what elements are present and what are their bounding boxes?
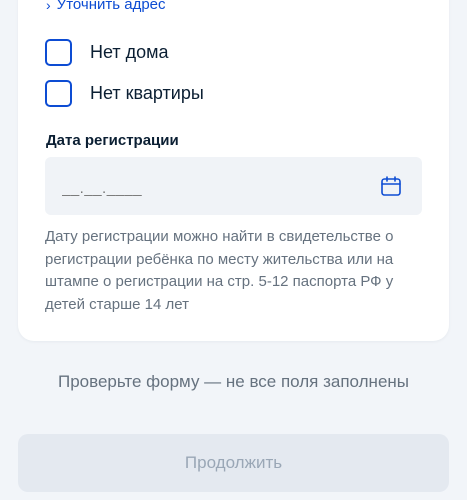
form-warning: Проверьте форму — не все поля заполнены (57, 372, 410, 391)
continue-button[interactable]: Продолжить (18, 434, 449, 492)
no-apartment-checkbox-row[interactable]: Нет квартиры (45, 80, 204, 107)
registration-date-input[interactable] (62, 177, 362, 199)
registration-date-hint: Дату регистрации можно найти в свидетель… (45, 228, 394, 313)
chevron-right-icon: › (46, 0, 51, 13)
no-apartment-label: Нет квартиры (90, 83, 204, 103)
registration-date-label: Дата регистрации (46, 132, 179, 149)
no-house-checkbox[interactable] (45, 39, 72, 66)
registration-date-field[interactable] (45, 157, 422, 215)
no-house-label: Нет дома (90, 42, 169, 62)
no-apartment-checkbox[interactable] (45, 80, 72, 107)
no-house-checkbox-row[interactable]: Нет дома (45, 39, 169, 66)
refine-address-label: Уточнить адрес (56, 0, 166, 13)
refine-address-link[interactable]: › Уточнить адрес (46, 0, 166, 13)
calendar-icon[interactable] (380, 175, 402, 197)
